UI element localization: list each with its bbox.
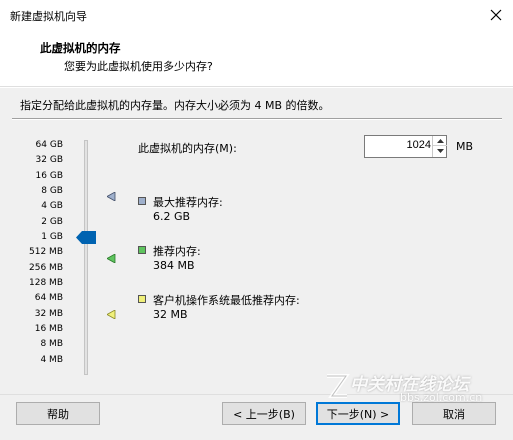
spin-arrows <box>432 136 447 157</box>
guest-minimum-title: 客户机操作系统最低推荐内存: <box>153 294 300 307</box>
scale-label: 32 MB <box>34 309 63 319</box>
scale-label: 1 GB <box>41 232 63 242</box>
scale-label: 128 MB <box>29 278 63 288</box>
scale-label: 8 MB <box>40 339 63 349</box>
memory-slider-track[interactable] <box>84 140 88 375</box>
title-bar: 新建虚拟机向导 <box>0 0 513 30</box>
cancel-button[interactable]: 取消 <box>412 402 496 425</box>
scale-label: 2 GB <box>41 217 63 227</box>
scale-label: 64 MB <box>34 293 63 303</box>
scale-label: 16 GB <box>35 171 63 181</box>
max-recommended-color-swatch <box>138 197 146 205</box>
memory-unit: MB <box>456 140 474 153</box>
scale-label: 256 MB <box>29 263 63 273</box>
chevron-down-icon <box>436 149 444 153</box>
scale-label: 512 MB <box>29 247 63 257</box>
max-recommended-value: 6.2 GB <box>153 210 191 223</box>
recommended-title: 推荐内存: <box>153 245 201 258</box>
page-subtitle: 您要为此虚拟机使用多少内存? <box>64 60 213 73</box>
page-title: 此虚拟机的内存 <box>40 41 121 55</box>
memory-label: 此虚拟机的内存(M): <box>138 142 237 155</box>
help-button[interactable]: 帮助 <box>16 402 100 425</box>
memory-slider-thumb[interactable] <box>76 231 96 247</box>
guest-minimum-color-swatch <box>138 295 146 303</box>
close-icon <box>490 9 502 21</box>
spin-up-button[interactable] <box>433 136 447 146</box>
wizard-header: 此虚拟机的内存 您要为此虚拟机使用多少内存? <box>0 30 513 87</box>
recommended-value: 384 MB <box>153 259 195 272</box>
max-recommended-title: 最大推荐内存: <box>153 196 223 209</box>
slider-thumb-icon <box>76 231 96 244</box>
scale-label: 32 GB <box>35 155 63 165</box>
scale-label: 64 GB <box>35 140 63 150</box>
guest-minimum-marker-icon <box>107 310 116 319</box>
chevron-up-icon <box>436 138 444 143</box>
memory-spinbox[interactable] <box>364 135 447 158</box>
window-title: 新建虚拟机向导 <box>10 10 87 23</box>
spin-down-button[interactable] <box>433 146 447 156</box>
scale-label: 16 MB <box>34 324 63 334</box>
scale-label: 4 MB <box>40 355 63 365</box>
guest-minimum-value: 32 MB <box>153 308 188 321</box>
scale-label: 4 GB <box>41 201 63 211</box>
scale-label: 8 GB <box>41 186 63 196</box>
wizard-footer: 帮助 < 上一步(B) 下一步(N) > 取消 <box>0 394 513 440</box>
next-button[interactable]: 下一步(N) > <box>316 402 400 425</box>
memory-input[interactable] <box>365 139 431 151</box>
recommended-color-swatch <box>138 246 146 254</box>
wizard-content: 指定分配给此虚拟机的内存量。内存大小必须为 4 MB 的倍数。 64 GB 32… <box>0 88 513 394</box>
recommended-marker-icon <box>107 254 116 263</box>
instructions-text: 指定分配给此虚拟机的内存量。内存大小必须为 4 MB 的倍数。 <box>20 99 330 112</box>
max-recommended-marker-icon <box>107 192 116 201</box>
divider <box>12 118 502 120</box>
back-button[interactable]: < 上一步(B) <box>222 402 306 425</box>
close-button[interactable] <box>479 0 513 30</box>
